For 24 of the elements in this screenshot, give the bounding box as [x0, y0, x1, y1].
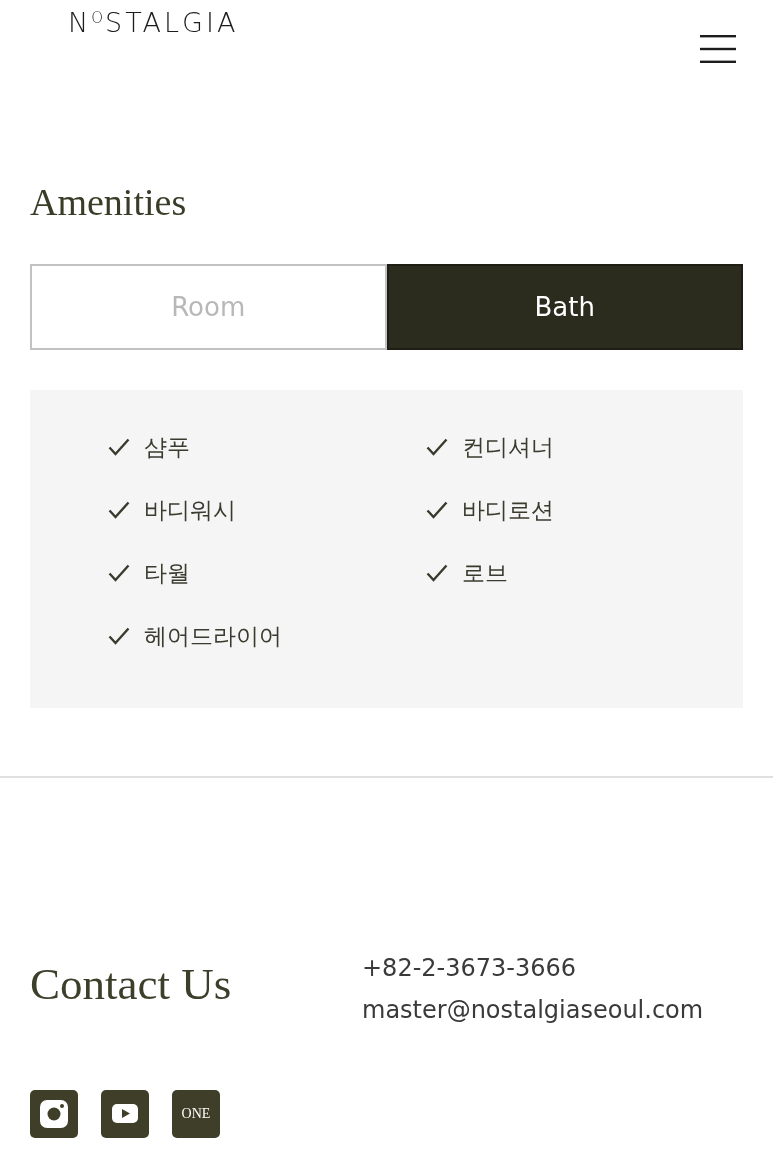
logo[interactable]: N$^{O}$STALGIA — [68, 7, 239, 39]
amenity-label: 바디로션 — [462, 496, 554, 524]
amenity-label: 로브 — [462, 559, 508, 587]
menu-icon[interactable] — [700, 34, 736, 64]
check-icon — [108, 564, 130, 582]
check-icon — [426, 564, 448, 582]
check-icon — [426, 438, 448, 456]
play-icon[interactable] — [101, 1090, 149, 1138]
camera-icon[interactable] — [30, 1090, 78, 1138]
check-icon — [108, 627, 130, 645]
amenity-label: 헤어드라이어 — [144, 622, 282, 650]
amenity-label: 샴푸 — [144, 433, 190, 461]
section-title: Amenities — [30, 180, 188, 224]
tab[interactable]: Bath — [386, 264, 743, 350]
contact-title: Contact Us — [30, 958, 233, 1011]
amenity-label: 컨디셔너 — [462, 433, 554, 461]
phone-link[interactable]: +82-2-3673-3666 — [362, 950, 743, 986]
email-link[interactable]: master@nostalgiaseoul.com — [362, 992, 743, 1028]
check-icon — [108, 501, 130, 519]
amenity-label: 타월 — [144, 559, 190, 587]
check-icon — [426, 501, 448, 519]
one-link[interactable]: ONE — [172, 1090, 220, 1138]
amenity-label: 바디워시 — [144, 496, 236, 524]
check-icon — [108, 438, 130, 456]
